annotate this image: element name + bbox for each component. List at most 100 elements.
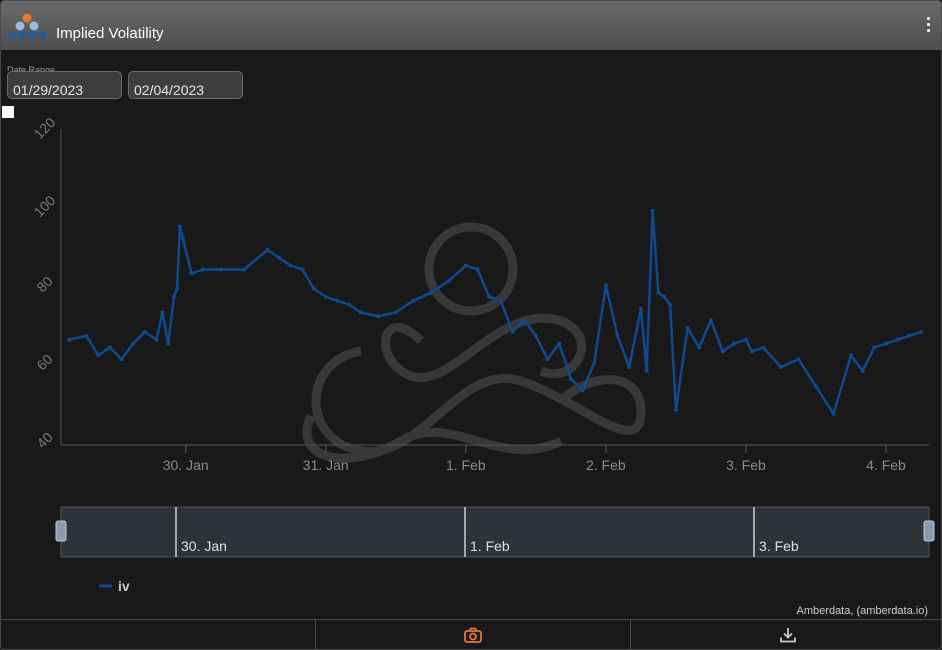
iv-data-point[interactable] (174, 287, 179, 291)
iv-data-point[interactable] (487, 294, 492, 299)
iv-data-point[interactable] (919, 329, 923, 334)
iv-data-point[interactable] (96, 353, 101, 358)
iv-data-point[interactable] (323, 294, 328, 299)
x-tick-label: 30. Jan (163, 457, 209, 473)
iv-data-point[interactable] (638, 306, 643, 311)
y-tick-label: 120 (31, 114, 59, 142)
iv-data-point[interactable] (895, 337, 900, 342)
iv-data-point[interactable] (720, 349, 725, 354)
iv-data-point[interactable] (872, 345, 877, 350)
iv-data-point[interactable] (778, 365, 783, 369)
iv-data-point[interactable] (848, 353, 853, 358)
x-tick-label: 2. Feb (586, 457, 626, 473)
iv-data-point[interactable] (592, 361, 597, 366)
iv-data-point[interactable] (277, 255, 282, 260)
iv-data-point[interactable] (67, 337, 71, 342)
iv-data-point[interactable] (446, 279, 451, 284)
iv-data-point[interactable] (831, 411, 836, 416)
iv-data-point[interactable] (603, 283, 608, 288)
navigator-right-handle[interactable] (923, 520, 935, 542)
iv-data-point[interactable] (533, 333, 538, 338)
iv-data-point[interactable] (177, 224, 182, 229)
iv-data-point[interactable] (761, 345, 766, 350)
iv-data-point[interactable] (656, 290, 661, 295)
credits-text[interactable]: Amberdata, (amberdata.io) (797, 605, 928, 617)
iv-data-point[interactable] (498, 298, 503, 303)
iv-data-point[interactable] (568, 376, 573, 381)
iv-data-point[interactable] (557, 341, 562, 346)
x-tick-label: 3. Feb (726, 457, 766, 473)
screenshot-button[interactable] (316, 620, 631, 649)
navigator-tick-label: 3. Feb (759, 538, 799, 554)
iv-data-point[interactable] (668, 302, 673, 307)
download-icon (780, 628, 796, 643)
iv-data-point[interactable] (883, 341, 888, 346)
y-tick-label: 60 (33, 351, 55, 373)
iv-data-point[interactable] (545, 357, 550, 362)
iv-data-point[interactable] (119, 357, 124, 362)
iv-data-point[interactable] (84, 333, 89, 338)
iv-data-point[interactable] (242, 267, 247, 272)
iv-data-point[interactable] (580, 388, 585, 393)
iv-data-point[interactable] (189, 271, 194, 276)
legend-item-iv[interactable]: iv (118, 578, 130, 594)
iv-data-point[interactable] (428, 290, 433, 295)
iv-data-point[interactable] (522, 318, 527, 323)
iv-data-point[interactable] (201, 267, 206, 272)
iv-data-point[interactable] (662, 294, 667, 299)
navigator-tick-label: 30. Jan (181, 538, 227, 554)
iv-data-point[interactable] (627, 365, 632, 369)
iv-line-chart: 40 60 80 100 120 30. Jan 31. Jan 1. Feb 2. Feb 3.… (31, 114, 935, 617)
iv-data-point[interactable] (796, 357, 801, 362)
iv-data-point[interactable] (358, 310, 363, 315)
iv-data-point[interactable] (376, 314, 381, 319)
iv-data-point[interactable] (697, 345, 702, 350)
iv-data-point[interactable] (218, 267, 223, 272)
iv-data-point[interactable] (142, 329, 147, 334)
y-tick-label: 100 (31, 192, 59, 220)
iv-data-point[interactable] (650, 209, 655, 213)
iv-data-point[interactable] (107, 345, 112, 350)
iv-data-point[interactable] (131, 341, 136, 346)
iv-data-point[interactable] (300, 267, 305, 272)
download-button[interactable] (631, 620, 941, 649)
x-tick-label: 4. Feb (866, 457, 906, 473)
iv-data-point[interactable] (475, 267, 480, 272)
panel-footer (1, 619, 941, 649)
iv-data-point[interactable] (411, 298, 416, 303)
amberdata-watermark (302, 222, 646, 463)
chart-panel: Implied Volatility Date Range 01/29/2023… (0, 0, 942, 650)
iv-data-point[interactable] (644, 368, 649, 373)
iv-data-point[interactable] (312, 287, 317, 291)
iv-data-point[interactable] (180, 236, 185, 241)
iv-data-point[interactable] (154, 337, 159, 342)
iv-data-point[interactable] (685, 326, 690, 330)
x-tick-label: 31. Jan (303, 457, 349, 473)
iv-data-point[interactable] (732, 341, 737, 346)
navigator-left-handle[interactable] (55, 520, 67, 542)
iv-data-point[interactable] (907, 333, 912, 338)
navigator-tick-label: 1. Feb (470, 538, 510, 554)
iv-data-point[interactable] (510, 329, 515, 334)
iv-data-point[interactable] (160, 310, 165, 315)
iv-data-point[interactable] (393, 310, 398, 315)
iv-data-point[interactable] (708, 318, 713, 323)
iv-data-point[interactable] (265, 248, 270, 252)
iv-data-point[interactable] (813, 384, 818, 389)
y-tick-label: 40 (33, 429, 55, 451)
iv-data-point[interactable] (172, 294, 177, 299)
iv-data-point[interactable] (749, 349, 754, 354)
iv-data-point[interactable] (673, 407, 678, 412)
footer-left-button[interactable] (1, 620, 316, 649)
iv-data-point[interactable] (288, 263, 293, 268)
iv-data-point[interactable] (166, 341, 171, 346)
x-tick-label: 1. Feb (446, 457, 486, 473)
iv-data-point[interactable] (463, 263, 468, 268)
iv-data-point[interactable] (347, 302, 352, 307)
iv-data-point[interactable] (860, 368, 865, 373)
camera-icon (464, 627, 482, 643)
iv-data-point[interactable] (335, 298, 340, 303)
iv-data-point[interactable] (743, 337, 748, 342)
y-tick-label: 80 (33, 273, 55, 295)
iv-data-point[interactable] (615, 333, 620, 338)
